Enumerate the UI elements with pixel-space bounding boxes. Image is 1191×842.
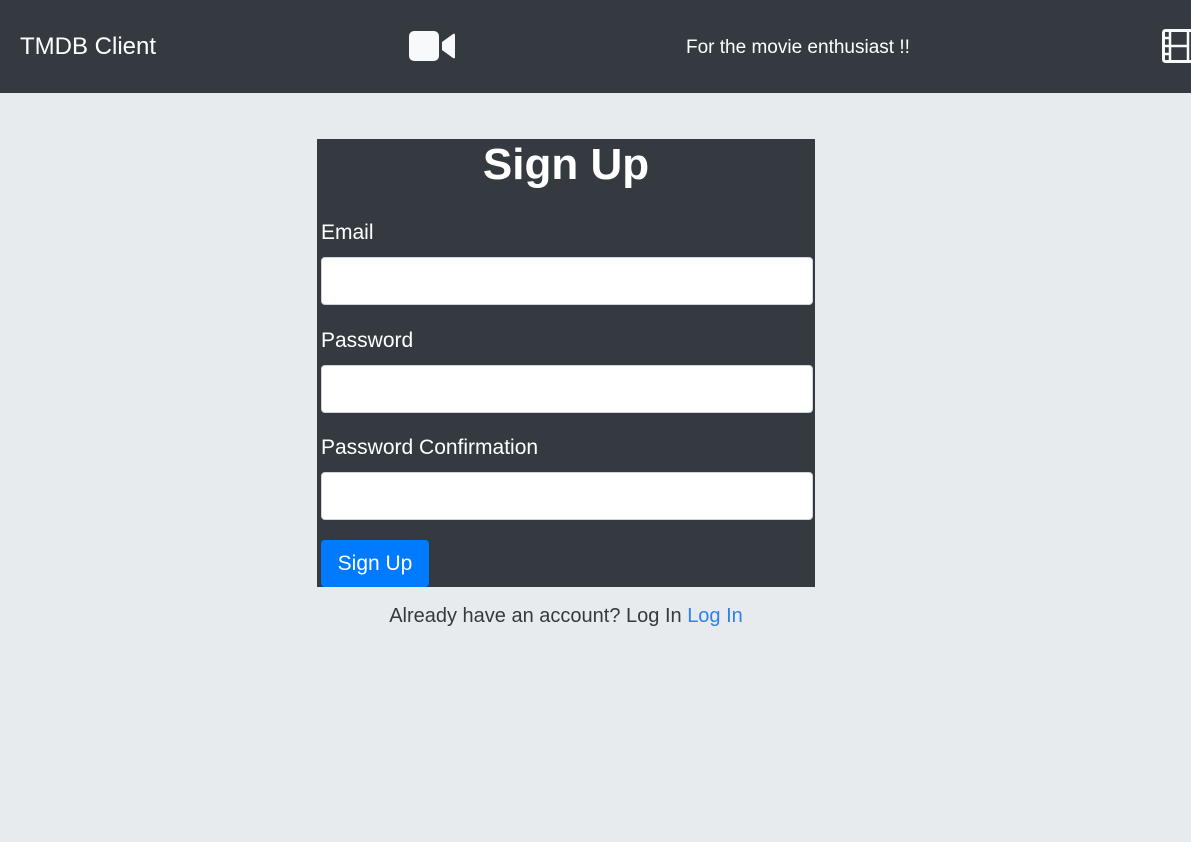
login-prompt-text: Already have an account? Log In [389,605,682,627]
password-confirmation-label: Password Confirmation [321,436,539,459]
password-label: Password [321,329,414,352]
login-prompt: Already have an account? Log In Log In [317,603,815,629]
email-label: Email [321,221,374,244]
email-field[interactable] [321,257,813,305]
navbar-tagline: For the movie enthusiast !! [686,37,910,58]
password-confirmation-field[interactable] [321,472,813,520]
top-navbar: TMDB Client For the movie enthusiast !! [0,0,1191,93]
log-in-link[interactable]: Log In [687,605,743,627]
signup-form: Sign Up Email Password Password Confirma… [317,139,815,587]
sign-up-button[interactable]: Sign Up [321,540,429,587]
password-field[interactable] [321,365,813,413]
form-title: Sign Up [482,140,650,189]
brand-link[interactable]: TMDB Client [20,32,156,62]
